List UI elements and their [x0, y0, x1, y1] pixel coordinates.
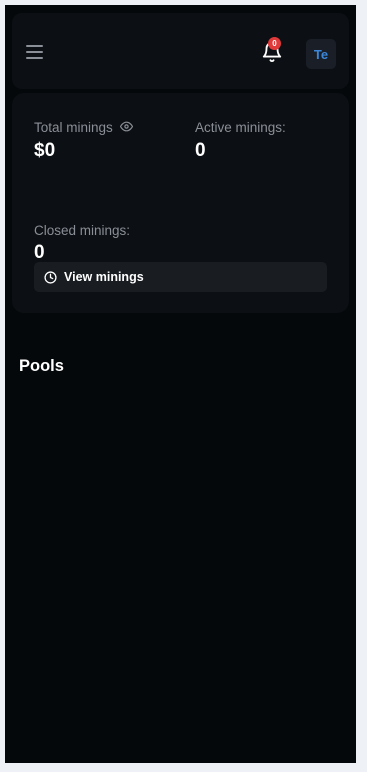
closed-minings-value: 0 — [34, 242, 45, 263]
eye-icon[interactable] — [119, 120, 133, 133]
notification-badge: 0 — [268, 37, 281, 50]
total-minings-label: Total minings — [34, 120, 133, 135]
hamburger-icon[interactable] — [25, 44, 45, 60]
view-minings-label: View minings — [64, 270, 144, 284]
active-minings-label: Active minings: — [195, 120, 286, 135]
app-screen: 0 Te Total minings $0 Active minings: 0 … — [5, 5, 356, 763]
avatar[interactable]: Te — [306, 39, 336, 69]
minings-summary-card: Total minings $0 Active minings: 0 Close… — [12, 93, 349, 313]
active-minings-value: 0 — [195, 140, 206, 161]
clock-icon — [44, 270, 57, 284]
total-minings-value: $0 — [34, 140, 56, 161]
view-minings-button[interactable]: View minings — [34, 262, 327, 292]
top-bar: 0 Te — [12, 13, 349, 89]
pools-heading: Pools — [19, 357, 64, 375]
closed-minings-label: Closed minings: — [34, 223, 131, 238]
